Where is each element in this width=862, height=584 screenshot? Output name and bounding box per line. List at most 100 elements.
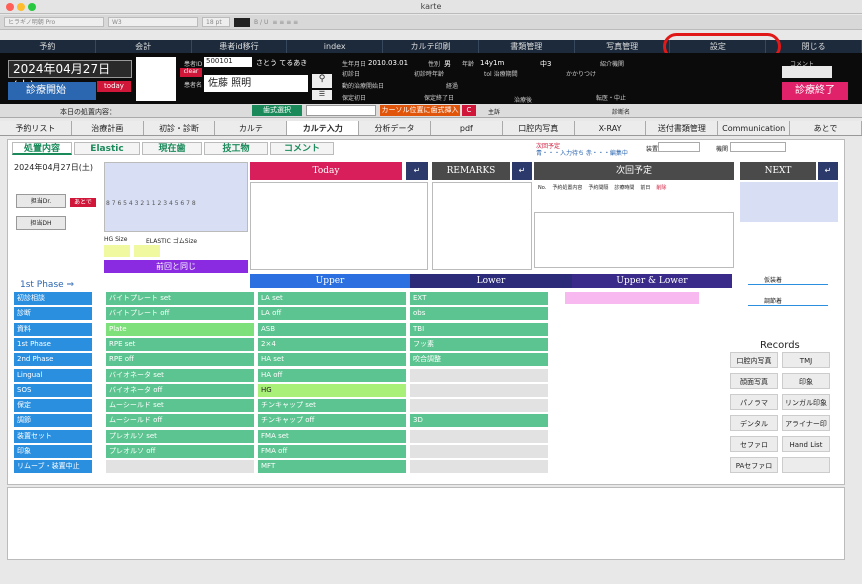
subtab-lab[interactable]: 技工物 [204,142,268,155]
record-item[interactable]: 口腔内写真 [730,352,778,368]
upper-item[interactable]: プレオルソ set [106,429,254,443]
category-item[interactable]: 1st Phase [14,337,92,351]
lower-item[interactable] [410,368,548,382]
upper-item[interactable] [106,460,254,474]
category-item[interactable]: SOS [14,383,92,397]
category-item[interactable]: 印象 [14,445,92,458]
lower-item[interactable] [410,383,548,397]
color-swatch[interactable] [234,17,250,27]
next-schedule-list[interactable] [534,212,734,268]
subtab-elastic[interactable]: Elastic [74,142,140,155]
today-enter-icon[interactable]: ↵ [406,162,428,180]
end-button[interactable]: 診療終了 [782,82,848,100]
category-item[interactable]: 装置セット [14,429,92,443]
nav-index[interactable]: index [287,40,384,53]
minimize-window-icon[interactable] [17,3,25,11]
upper-item-2[interactable]: HA set [258,353,406,367]
tab-karte-input[interactable]: カルテ入力 [287,121,360,135]
start-button[interactable]: 診療開始 [8,82,96,100]
style-select[interactable]: W3 [108,17,198,27]
record-item[interactable]: アライナー印象 [782,415,830,444]
search-icon[interactable]: ⚲ [312,74,332,88]
category-item[interactable]: 保定 [14,399,92,413]
patient-id-field[interactable]: 500101 [204,57,252,67]
elastic-size-field[interactable] [134,245,160,257]
tab-plan[interactable]: 治療計画 [71,121,144,135]
category-item[interactable]: 初診相談 [14,292,92,305]
category-item[interactable]: 診断 [14,307,92,321]
same-as-last-button[interactable]: 前回と同じ [104,260,248,273]
record-item[interactable]: 印象 [782,373,830,389]
nav-patient-id[interactable]: 患者id移行 [192,40,288,53]
next-enter-icon[interactable]: ↵ [818,162,838,180]
upper-item-2[interactable]: チンキャップ set [258,399,406,413]
record-item[interactable]: パノラマ [730,394,778,410]
upper-item-2[interactable]: FMA set [258,429,406,443]
period-field[interactable] [730,142,786,152]
hg-size-field[interactable] [104,245,130,257]
lower-item[interactable] [410,445,548,458]
subtab-treatment[interactable]: 処置内容 [12,142,72,155]
remarks-enter-icon[interactable]: ↵ [512,162,532,180]
category-item[interactable]: Lingual [14,368,92,382]
lower-item[interactable]: TBI [410,322,548,336]
size-select[interactable]: 18 pt [202,17,230,27]
bold-icon[interactable]: B / U [254,19,268,26]
font-select[interactable]: ヒラギノ明朝 Pro [4,17,104,27]
tab-xray[interactable]: X-RAY [574,121,647,135]
nav-kaikei[interactable]: 会計 [96,40,192,53]
align-icon[interactable]: ≡ ≡ ≡ ≡ [272,19,298,26]
device-field[interactable] [658,142,700,152]
upper-item[interactable]: Plate [106,322,254,336]
lower-item[interactable]: フッ素 [410,337,548,351]
record-item[interactable]: デンタル [730,415,778,431]
subtab-comment[interactable]: コメント [270,142,334,155]
tab-analysis[interactable]: 分析データ [359,121,431,135]
tab-diagnosis[interactable]: 初診・診断 [143,121,216,135]
record-item[interactable]: セファロ [730,436,778,452]
format-select-button[interactable]: 歯式選択 [252,105,302,116]
record-item[interactable]: リンガル印象 [782,394,830,410]
upper-item-2[interactable]: FMA off [258,445,406,458]
upper-item[interactable]: ムーシールド set [106,399,254,413]
tab-pdf[interactable]: pdf [430,121,503,135]
cursor-insert-button[interactable]: カーソル位置に歯式挿入 [380,105,460,116]
patient-name-field[interactable]: 佐藤 照明 [204,75,308,92]
lower-item[interactable]: EXT [410,292,548,305]
category-item[interactable]: 2nd Phase [14,353,92,367]
category-item[interactable]: 調節 [14,414,92,428]
tab-yoyaku-list[interactable]: 予約リスト [0,121,72,135]
upper-item[interactable]: バイトプレート off [106,307,254,321]
zoom-window-icon[interactable] [28,3,36,11]
upper-item[interactable]: RPE set [106,337,254,351]
record-item[interactable]: 顔面写真 [730,373,778,389]
upper-item-2[interactable]: チンキャップ off [258,414,406,428]
upper-item[interactable]: ムーシールド off [106,414,254,428]
lower-item[interactable] [410,429,548,443]
upper-item-2[interactable]: LA set [258,292,406,305]
record-item[interactable] [782,457,830,473]
today-textarea[interactable] [250,182,428,270]
upper-item-2[interactable]: MFT [258,460,406,474]
tab-communication[interactable]: Communication [718,121,791,135]
lower-item[interactable] [410,460,548,474]
upper-item-2[interactable]: ASB [258,322,406,336]
comment-field[interactable] [782,66,832,78]
clear-button[interactable]: clear [180,68,202,77]
tab-docs[interactable]: 送付書類管理 [646,121,719,135]
dr-button[interactable]: 担当Dr. [16,194,66,208]
tab-intraoral[interactable]: 口腔内写真 [502,121,575,135]
upper-item-2[interactable]: LA off [258,307,406,321]
dh-button[interactable]: 担当DH [16,216,66,230]
upper-item-2[interactable]: HG [258,383,406,397]
today-button[interactable]: today [97,81,131,92]
tab-karte[interactable]: カルテ [215,121,288,135]
notes-area[interactable] [7,487,845,560]
nav-yoyaku[interactable]: 予約 [0,40,96,53]
upper-lower-item[interactable] [565,292,699,304]
teeth-chart[interactable] [104,162,248,232]
lower-item[interactable]: 咬合調整 [410,353,548,367]
c-button[interactable]: C [462,105,476,116]
upper-item-2[interactable]: HA off [258,368,406,382]
record-item[interactable]: PAセファロ [730,457,778,473]
